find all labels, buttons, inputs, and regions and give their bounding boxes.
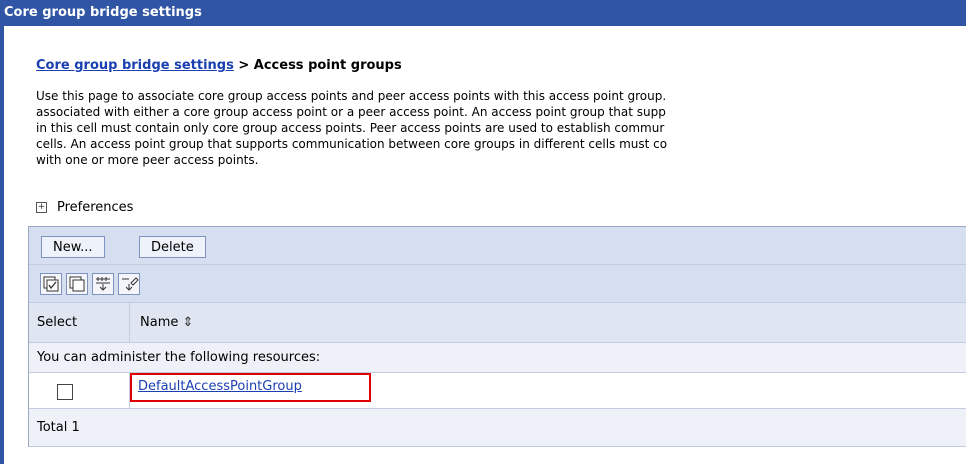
description-line: Use this page to associate core group ac… <box>36 89 667 103</box>
clear-filter-icon[interactable] <box>118 273 140 295</box>
breadcrumb: Core group bridge settings > Access poin… <box>36 58 966 73</box>
page-description: Use this page to associate core group ac… <box>36 88 966 168</box>
row-select-checkbox[interactable] <box>57 384 73 400</box>
table-header: Select Name ⇕ <box>29 303 966 343</box>
delete-button[interactable]: Delete <box>139 236 206 258</box>
total-count: Total 1 <box>37 420 80 435</box>
access-point-groups-table: New... Delete Select Name ⇕ You can admi… <box>28 226 966 447</box>
column-divider <box>129 303 130 343</box>
select-column-header: Select <box>37 315 78 330</box>
description-line: cells. An access point group that suppor… <box>36 137 668 151</box>
expand-icon[interactable]: + <box>36 202 47 213</box>
description-line: associated with either a core group acce… <box>36 105 666 119</box>
breadcrumb-current: Access point groups <box>253 58 402 73</box>
left-frame-border <box>0 26 4 464</box>
description-line: in this cell must contain only core grou… <box>36 121 665 135</box>
breadcrumb-separator: > <box>233 58 254 73</box>
table-footer: Total 1 <box>29 409 966 447</box>
icon-toolbar <box>29 265 966 303</box>
deselect-all-icon[interactable] <box>66 273 88 295</box>
description-line: with one or more peer access points. <box>36 153 259 167</box>
select-all-icon[interactable] <box>40 273 62 295</box>
sort-icon[interactable]: ⇕ <box>183 315 194 330</box>
button-bar: New... Delete <box>29 227 966 265</box>
window-title: Core group bridge settings <box>0 0 966 26</box>
table-row: DefaultAccessPointGroup <box>29 373 966 409</box>
admin-message-row: You can administer the following resourc… <box>29 343 966 373</box>
preferences-toggle[interactable]: + Preferences <box>36 200 133 215</box>
name-column-header[interactable]: Name ⇕ <box>140 315 193 330</box>
preferences-label[interactable]: Preferences <box>57 200 133 215</box>
admin-message: You can administer the following resourc… <box>37 350 321 365</box>
name-column-label[interactable]: Name <box>140 315 178 330</box>
breadcrumb-link-core-group-bridge[interactable]: Core group bridge settings <box>36 58 234 73</box>
new-button[interactable]: New... <box>41 236 105 258</box>
resource-link[interactable]: DefaultAccessPointGroup <box>138 379 302 394</box>
show-filter-icon[interactable] <box>92 273 114 295</box>
